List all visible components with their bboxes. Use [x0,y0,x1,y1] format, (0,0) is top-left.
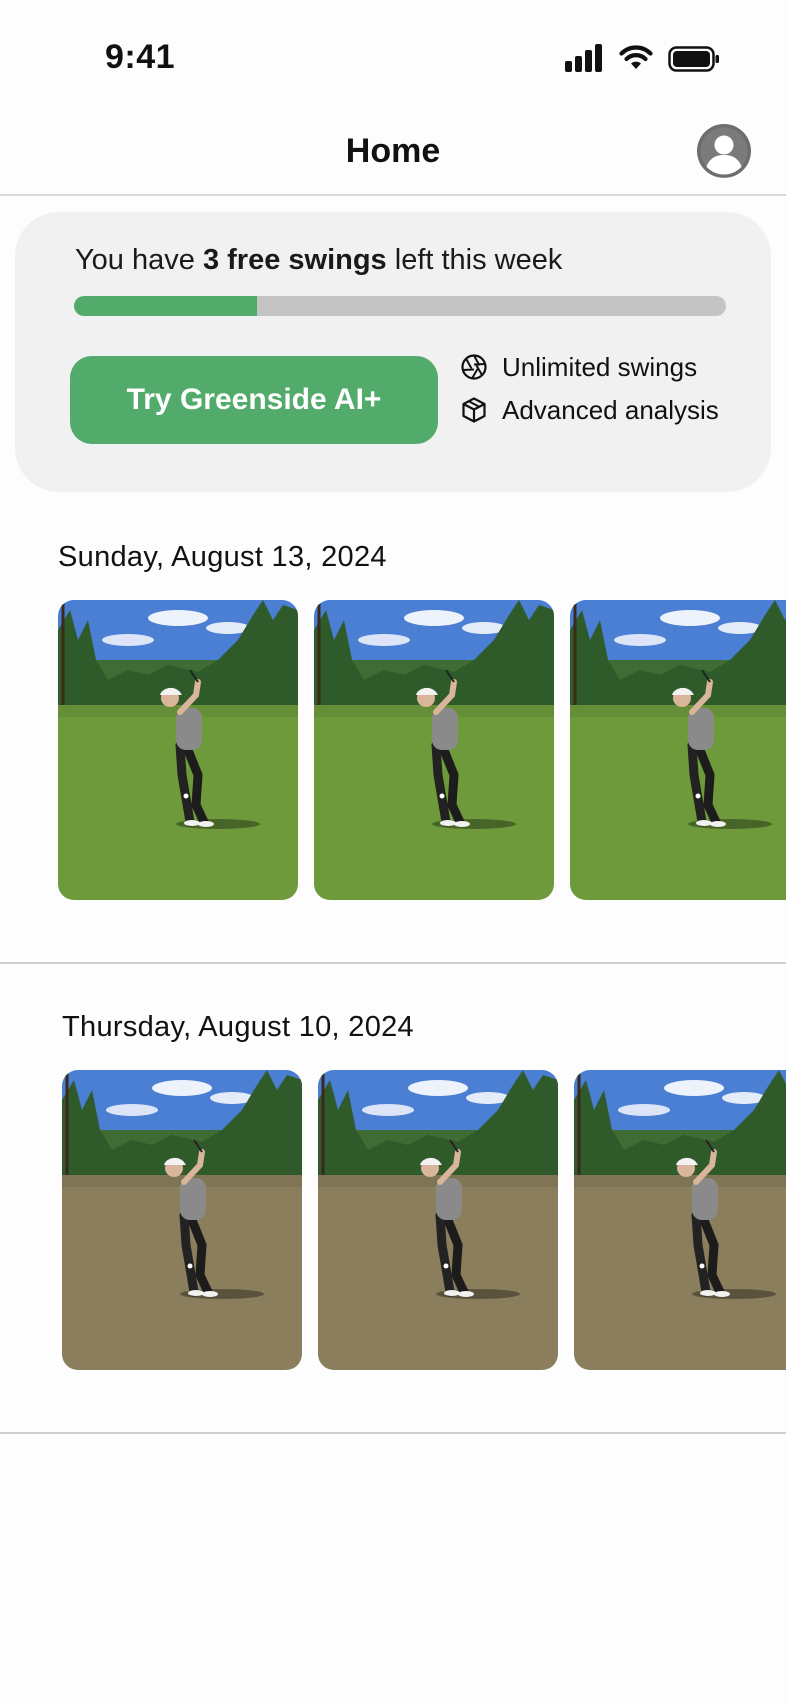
cellular-signal-icon [565,44,605,72]
status-bar: 9:41 [0,0,786,110]
feature-label: Advanced analysis [502,394,719,425]
session-date: Thursday, August 10, 2024 [62,1011,414,1043]
free-swings-card: You have 3 free swings left this week Tr… [15,212,771,492]
swing-thumbnail[interactable] [318,1070,558,1370]
cube-icon [462,397,486,423]
battery-icon [668,46,719,72]
swing-thumbnail[interactable] [62,1070,302,1370]
home-screen: 9:41 Home You have 3 free swings left th… [0,0,786,1704]
swing-session: Thursday, August 10, 2024 [0,1007,786,1437]
wifi-icon [619,45,653,69]
feature-unlimited-swings: Unlimited swings [460,350,697,384]
feature-advanced-analysis: Advanced analysis [460,393,719,427]
profile-avatar[interactable] [697,124,751,178]
aperture-icon [461,354,487,380]
section-divider [0,1432,786,1434]
free-swings-prefix: You have [75,244,203,276]
swing-thumbnail[interactable] [570,600,786,900]
progress-fill [74,296,257,316]
feature-label: Unlimited swings [502,351,698,382]
free-swings-count: 3 free swings [202,244,387,276]
swing-thumbnail[interactable] [58,600,298,900]
session-date: Sunday, August 13, 2024 [58,541,387,573]
navigation-header: Home [0,110,786,196]
free-swings-text: You have 3 free swings left this week [75,244,562,277]
swing-thumbnail[interactable] [574,1070,786,1370]
free-swings-suffix: left this week [386,244,563,276]
status-time: 9:41 [105,38,176,76]
page-title: Home [345,132,441,170]
try-greenside-ai-plus-button[interactable]: Try Greenside AI+ [70,356,438,444]
user-icon [697,124,751,178]
swing-thumbnail[interactable] [314,600,554,900]
swing-session: Sunday, August 13, 2024 [0,536,786,966]
section-divider [0,962,786,964]
free-swings-progress-bar [74,296,726,316]
